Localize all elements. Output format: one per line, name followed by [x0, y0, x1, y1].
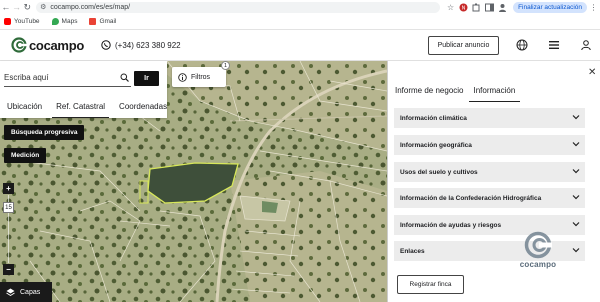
reload-icon[interactable]: ↻: [22, 1, 32, 13]
tab-cadastral-ref[interactable]: Ref. Catastral: [52, 95, 110, 118]
extension-badge-icon[interactable]: N: [457, 1, 470, 13]
zoom-level-indicator[interactable]: 15: [3, 202, 14, 213]
site-settings-icon[interactable]: ⚙: [40, 3, 46, 11]
whatsapp-icon: [101, 40, 111, 50]
address-bar[interactable]: ⚙ cocampo.com/es/es/map/: [36, 1, 441, 13]
phone-number: (+34) 623 380 922: [114, 40, 181, 50]
puzzle-icon[interactable]: [470, 1, 483, 13]
section-label: Información climática: [400, 114, 467, 122]
section-label: Usos del suelo y cultivos: [400, 168, 478, 176]
register-property-button[interactable]: Registrar finca: [397, 275, 464, 294]
logo[interactable]: cocampo: [11, 37, 84, 53]
chevron-down-icon: [572, 115, 580, 120]
measure-button[interactable]: Medición: [4, 148, 47, 163]
svg-text:N: N: [462, 5, 466, 11]
bookmark-youtube[interactable]: YouTube: [4, 18, 40, 25]
logo-text: cocampo: [29, 37, 84, 53]
search-icon[interactable]: [120, 73, 129, 82]
globe-icon[interactable]: [515, 38, 529, 52]
chevron-down-icon: [572, 195, 580, 200]
star-icon[interactable]: ☆: [444, 1, 457, 13]
filters-count-badge: 1: [221, 61, 230, 70]
tab-information[interactable]: Información: [468, 83, 521, 102]
section-label: Información de ayudas y riesgos: [400, 221, 502, 229]
youtube-icon: [4, 18, 11, 25]
layers-label: Capas: [20, 288, 41, 296]
zoom-out-button[interactable]: −: [3, 264, 14, 275]
layers-icon: [6, 288, 15, 296]
layers-button[interactable]: Capas: [0, 282, 52, 302]
cocampo-watermark: cocampo: [514, 231, 562, 269]
address-text: cocampo.com/es/es/map/: [50, 3, 131, 11]
bookmark-label: Gmail: [99, 18, 117, 25]
search-panel: Ir Ubicación Ref. Catastral Coordenadas: [0, 61, 167, 118]
update-browser-button[interactable]: Finalizar actualización: [513, 1, 588, 13]
section-climate[interactable]: Información climática: [394, 108, 585, 128]
bookmarks-bar: YouTube Maps Gmail: [0, 14, 600, 30]
close-icon[interactable]: ✕: [588, 67, 596, 78]
cocampo-logo-icon: [524, 231, 552, 259]
filters-button[interactable]: Filtros: [172, 67, 226, 87]
section-geographic[interactable]: Información geográfica: [394, 135, 585, 155]
profile-icon[interactable]: [496, 1, 509, 13]
section-label: Información de la Confederación Hidrográ…: [400, 194, 542, 202]
chevron-down-icon: [572, 222, 580, 227]
bookmark-label: Maps: [61, 18, 78, 25]
info-panel-tabs: Informe de negocio Información: [390, 83, 521, 102]
search-box: [4, 69, 131, 87]
chevron-down-icon: [572, 142, 580, 147]
go-button[interactable]: Ir: [134, 71, 159, 86]
phone-contact[interactable]: (+34) 623 380 922: [101, 40, 181, 50]
bookmark-gmail[interactable]: Gmail: [89, 18, 116, 25]
sidebar-icon[interactable]: [483, 1, 496, 13]
publish-listing-button[interactable]: Publicar anuncio: [428, 36, 499, 55]
filters-label: Filtros: [191, 73, 211, 81]
section-hydrographic[interactable]: Información de la Confederación Hidrográ…: [394, 188, 585, 208]
user-icon[interactable]: [579, 38, 593, 52]
browser-toolbar: ← → ↻ ⚙ cocampo.com/es/es/map/ ☆ N Final…: [0, 0, 600, 14]
tab-location[interactable]: Ubicación: [3, 95, 46, 118]
section-label: Enlaces: [400, 247, 425, 255]
gmail-icon: [89, 18, 97, 25]
watermark-text: cocampo: [519, 260, 557, 269]
tab-business-report[interactable]: Informe de negocio: [390, 83, 469, 102]
section-label: Información geográfica: [400, 141, 472, 149]
section-land-use[interactable]: Usos del suelo y cultivos: [394, 162, 585, 182]
tab-coordinates[interactable]: Coordenadas: [115, 95, 171, 118]
chevron-down-icon: [572, 248, 580, 253]
info-panel: ✕ Informe de negocio Información Informa…: [387, 61, 600, 302]
bookmark-label: YouTube: [14, 18, 40, 25]
chevron-down-icon: [572, 169, 580, 174]
zoom-in-button[interactable]: +: [3, 183, 14, 194]
app-header: cocampo (+34) 623 380 922 Publicar anunc…: [0, 30, 600, 61]
more-vert-icon[interactable]: ⋮: [587, 1, 600, 13]
forward-arrow-icon[interactable]: →: [12, 1, 22, 13]
search-input[interactable]: [4, 73, 116, 82]
progressive-search-button[interactable]: Búsqueda progresiva: [4, 125, 85, 140]
info-icon: [178, 72, 187, 82]
back-arrow-icon[interactable]: ←: [1, 1, 11, 13]
search-tabs: Ubicación Ref. Catastral Coordenadas: [0, 95, 167, 118]
menu-icon[interactable]: [547, 38, 561, 52]
cocampo-logo-icon: [11, 37, 27, 53]
bookmark-maps[interactable]: Maps: [51, 18, 78, 25]
maps-icon: [51, 18, 59, 25]
